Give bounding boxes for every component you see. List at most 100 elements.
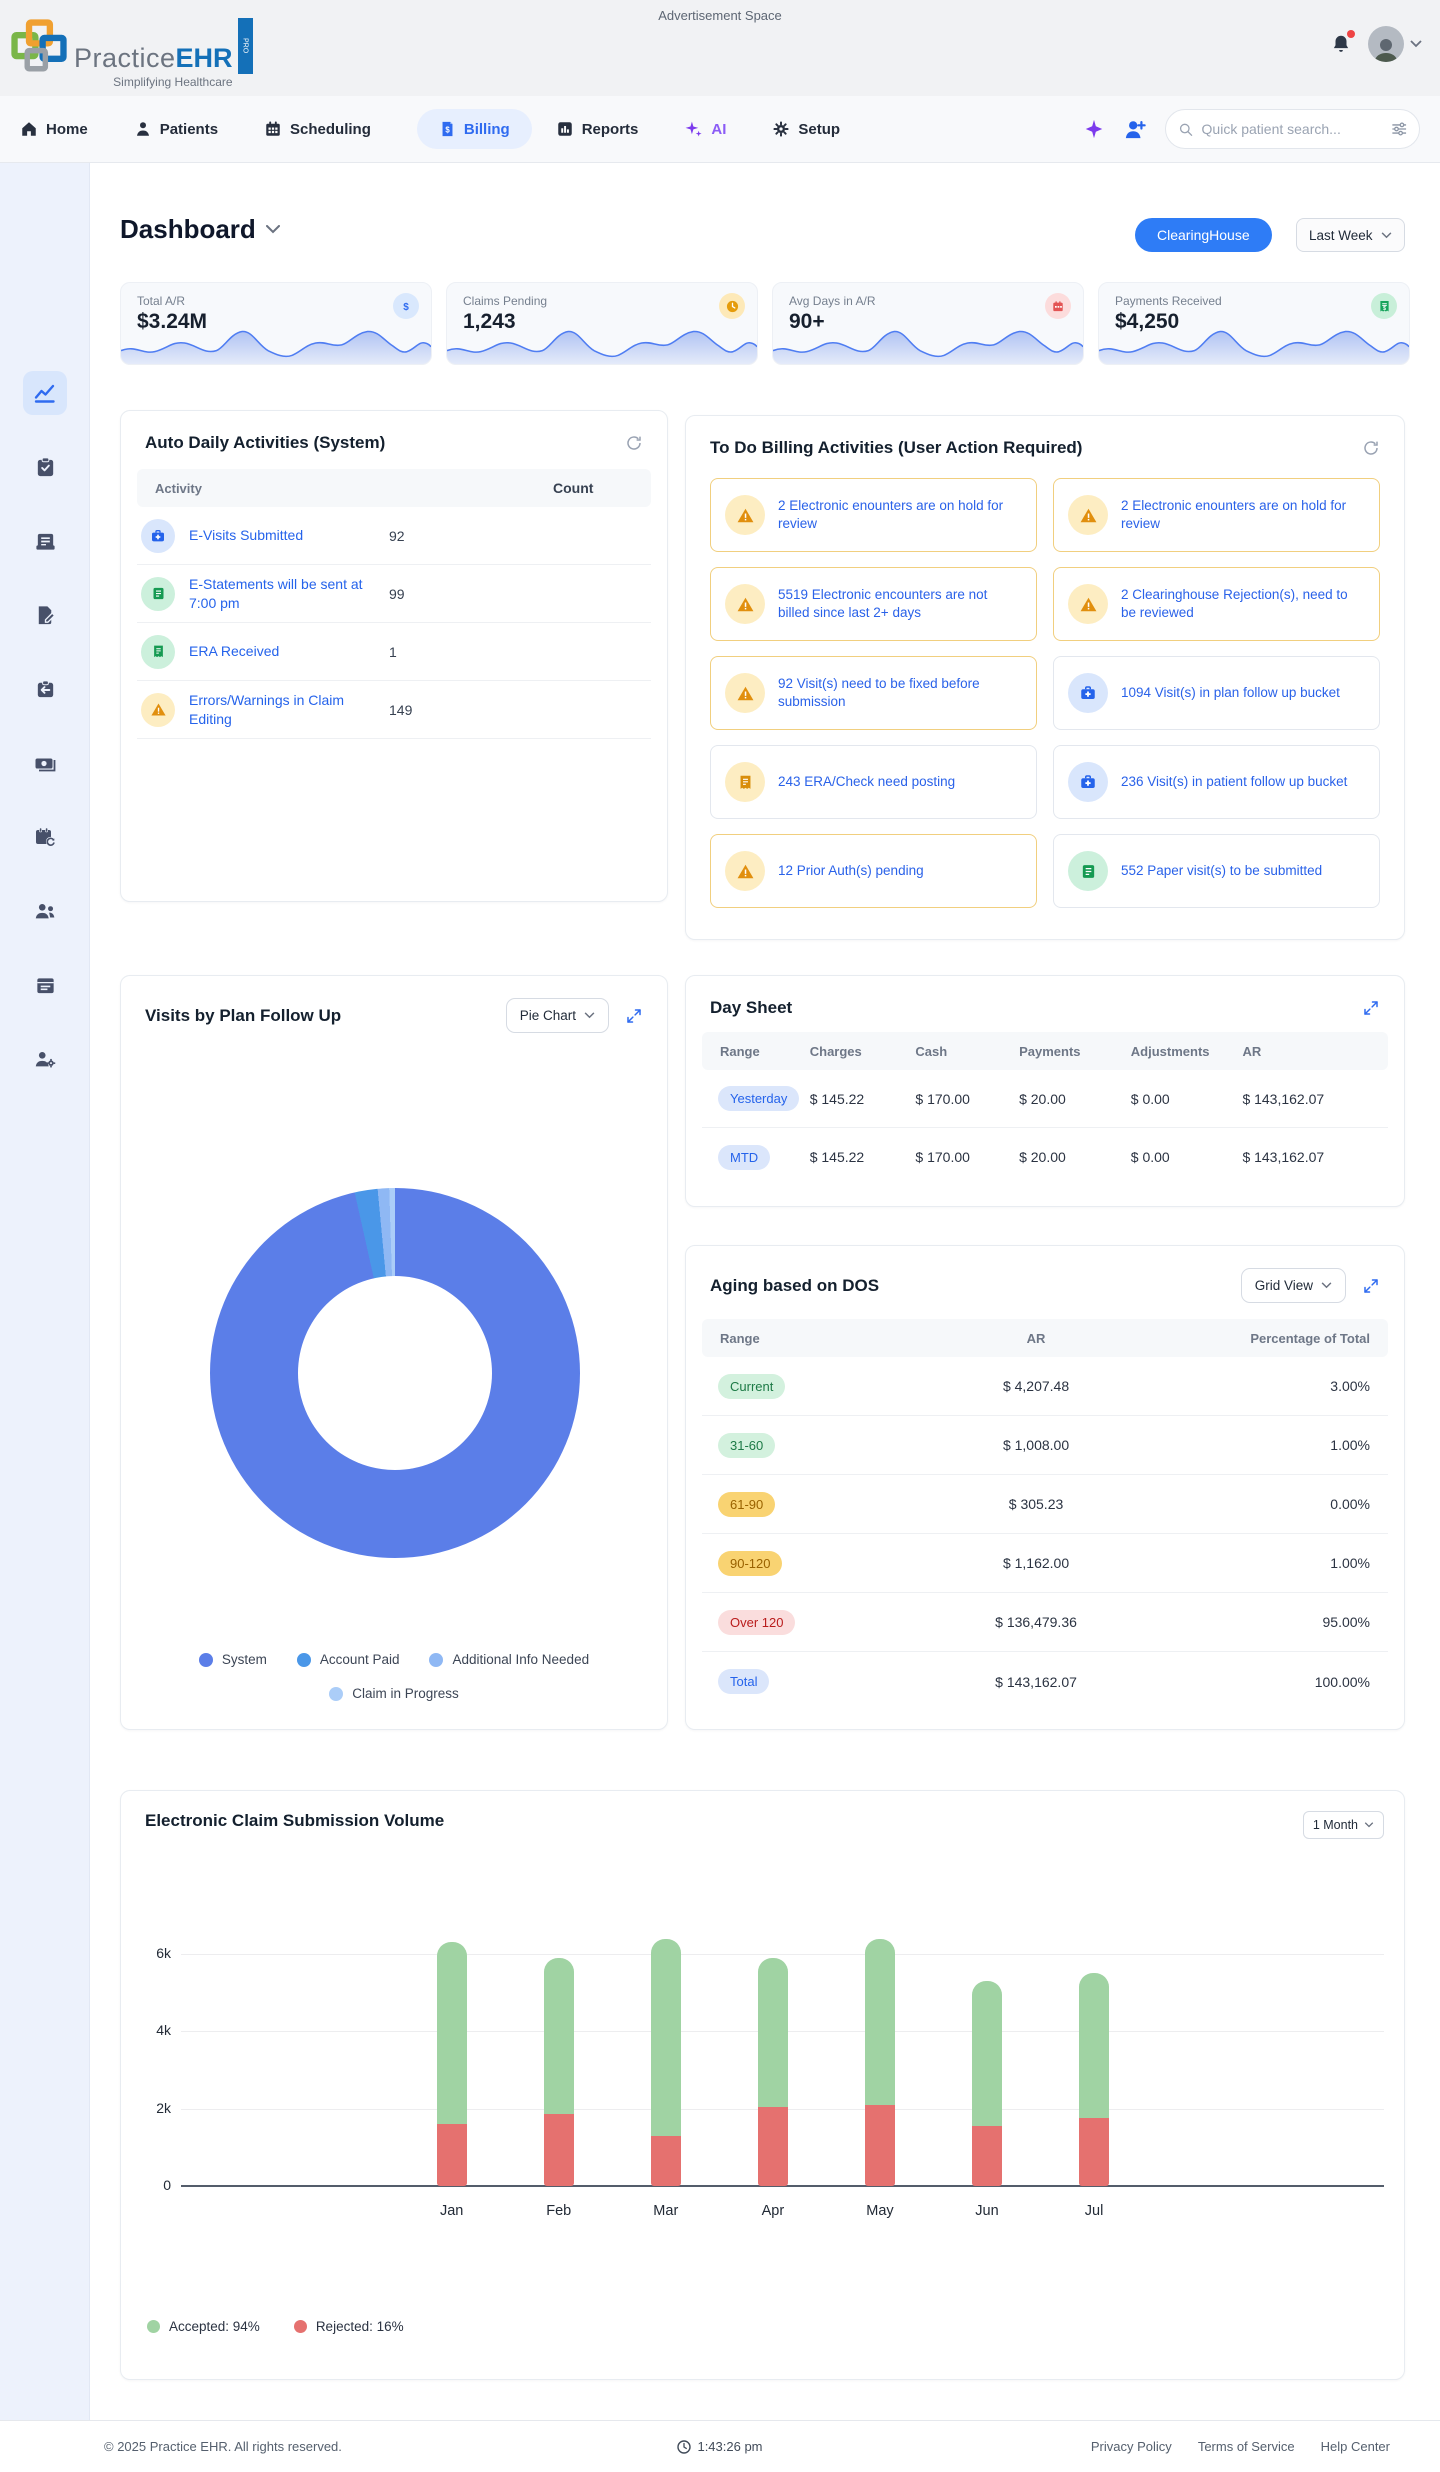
nav-item-billing[interactable]: $ Billing xyxy=(416,109,532,149)
activity-link[interactable]: E-Visits Submitted xyxy=(189,526,389,544)
sidebar-item-dashboard[interactable] xyxy=(23,371,67,415)
receipt-icon xyxy=(725,762,765,802)
title-chevron-icon[interactable] xyxy=(265,225,280,234)
nav-item-home[interactable]: Home xyxy=(20,120,88,138)
stat-label: Total A/R xyxy=(137,294,186,308)
activity-row[interactable]: ERA Received 1 xyxy=(137,623,651,681)
footer-link-terms[interactable]: Terms of Service xyxy=(1198,2439,1295,2454)
legend-item-additional-info[interactable]: Additional Info Needed xyxy=(429,1652,589,1667)
activity-row[interactable]: E-Visits Submitted 92 xyxy=(137,507,651,565)
todo-link[interactable]: 236 Visit(s) in patient follow up bucket xyxy=(1121,773,1347,791)
warning-icon xyxy=(725,584,765,624)
activity-row[interactable]: Errors/Warnings in Claim Editing 149 xyxy=(137,681,651,739)
y-tick: 6k xyxy=(156,1945,171,1961)
stat-card-claims-pending[interactable]: Claims Pending 1,243 xyxy=(446,282,758,365)
sidebar-item-claim-editing[interactable] xyxy=(23,593,67,637)
aging-dos-card: Aging based on DOS Grid View Range AR Pe… xyxy=(685,1245,1405,1730)
sidebar-item-recurring[interactable] xyxy=(23,815,67,859)
card-title: Aging based on DOS xyxy=(710,1275,880,1295)
expand-icon[interactable] xyxy=(1362,1277,1380,1295)
activity-row[interactable]: E-Statements will be sent at 7:00 pm 99 xyxy=(137,565,651,623)
calendar-icon xyxy=(266,121,280,136)
expand-icon[interactable] xyxy=(625,1007,643,1025)
todo-tile[interactable]: 552 Paper visit(s) to be submitted xyxy=(1053,834,1380,908)
todo-tile[interactable]: 2 Electronic enounters are on hold for r… xyxy=(1053,478,1380,552)
refresh-icon[interactable] xyxy=(1362,439,1380,457)
todo-grid: 2 Electronic enounters are on hold for r… xyxy=(710,478,1380,908)
todo-tile[interactable]: 243 ERA/Check need posting xyxy=(710,745,1037,819)
table-row: Total $ 143,162.07 100.00% xyxy=(702,1652,1388,1711)
chevron-down-icon xyxy=(1364,1822,1374,1828)
footer-link-privacy[interactable]: Privacy Policy xyxy=(1091,2439,1172,2454)
todo-link[interactable]: 12 Prior Auth(s) pending xyxy=(778,862,924,880)
activity-link[interactable]: E-Statements will be sent at 7:00 pm xyxy=(189,575,389,611)
nav-item-reports[interactable]: Reports xyxy=(556,120,638,138)
nav-item-patients[interactable]: Patients xyxy=(134,120,218,138)
calendar-refresh-icon xyxy=(36,827,56,847)
sidebar-item-payments[interactable] xyxy=(23,741,67,785)
stat-card-total-ar[interactable]: Total A/R $3.24M $ xyxy=(120,282,432,365)
todo-link[interactable]: 552 Paper visit(s) to be submitted xyxy=(1121,862,1322,880)
brand-logo[interactable]: Practice EHR PRO Simplifying Healthcare xyxy=(10,18,253,89)
stat-card-payments-received[interactable]: Payments Received $4,250 $ xyxy=(1098,282,1410,365)
legend-item-claim-in-progress[interactable]: Claim in Progress xyxy=(329,1686,459,1701)
range-badge[interactable]: Yesterday xyxy=(718,1086,800,1111)
todo-tile[interactable]: 236 Visit(s) in patient follow up bucket xyxy=(1053,745,1380,819)
logo-pro-tab: PRO xyxy=(237,18,253,74)
todo-tile[interactable]: 5519 Electronic encounters are not bille… xyxy=(710,567,1037,641)
range-badge[interactable]: MTD xyxy=(718,1144,771,1170)
logo-crosses-icon xyxy=(10,18,68,81)
todo-link[interactable]: 2 Electronic enounters are on hold for r… xyxy=(778,497,1022,533)
sidebar-item-schedule[interactable] xyxy=(23,963,67,1007)
clock-icon xyxy=(719,293,745,319)
x-axis-label: Jan xyxy=(439,2203,464,2219)
chart-type-select[interactable]: Pie Chart xyxy=(505,998,609,1033)
stat-cards-row: Total A/R $3.24M $ Claims Pending 1,243 xyxy=(120,282,1410,365)
refresh-icon[interactable] xyxy=(625,434,643,452)
footer-link-help[interactable]: Help Center xyxy=(1321,2439,1390,2454)
todo-link[interactable]: 5519 Electronic encounters are not bille… xyxy=(778,586,1022,622)
expand-icon[interactable] xyxy=(1362,999,1380,1017)
stat-card-avg-days-ar[interactable]: Avg Days in A/R 90+ xyxy=(772,282,1084,365)
sidebar-item-patients[interactable] xyxy=(23,889,67,933)
todo-link[interactable]: 2 Electronic enounters are on hold for r… xyxy=(1121,497,1365,533)
sidebar-item-charge-capture[interactable] xyxy=(23,667,67,711)
notifications-bell-icon[interactable] xyxy=(1330,30,1355,56)
page: Advertisement Space Practice EHR PRO Sim… xyxy=(0,0,1440,2472)
sidebar-item-tasks[interactable] xyxy=(23,445,67,489)
user-avatar[interactable] xyxy=(1368,26,1404,62)
activity-link[interactable]: ERA Received xyxy=(189,642,389,660)
legend-item-system[interactable]: System xyxy=(198,1652,267,1667)
todo-tile[interactable]: 92 Visit(s) need to be fixed before subm… xyxy=(710,656,1037,730)
add-patient-icon[interactable] xyxy=(1123,118,1147,140)
search-input[interactable] xyxy=(1201,121,1383,137)
notification-dot xyxy=(1347,30,1355,38)
filter-sliders-icon[interactable] xyxy=(1391,121,1407,137)
view-select[interactable]: Grid View xyxy=(1240,1268,1346,1303)
sidebar-item-user-settings[interactable] xyxy=(23,1037,67,1081)
todo-link[interactable]: 92 Visit(s) need to be fixed before subm… xyxy=(778,675,1022,711)
activity-count: 92 xyxy=(389,527,405,544)
period-select[interactable]: 1 Month xyxy=(1302,1811,1384,1839)
todo-link[interactable]: 243 ERA/Check need posting xyxy=(778,773,955,791)
todo-link[interactable]: 2 Clearinghouse Rejection(s), need to be… xyxy=(1121,586,1365,622)
sidebar-item-statements[interactable] xyxy=(23,519,67,563)
todo-link[interactable]: 1094 Visit(s) in plan follow up bucket xyxy=(1121,684,1340,702)
ai-sparkle-icon[interactable] xyxy=(1083,118,1105,140)
nav-item-setup[interactable]: Setup xyxy=(772,120,840,138)
todo-tile[interactable]: 1094 Visit(s) in plan follow up bucket xyxy=(1053,656,1380,730)
todo-tile[interactable]: 12 Prior Auth(s) pending xyxy=(710,834,1037,908)
todo-tile[interactable]: 2 Clearinghouse Rejection(s), need to be… xyxy=(1053,567,1380,641)
claim-volume-card: Electronic Claim Submission Volume 1 Mon… xyxy=(120,1790,1405,2380)
visits-donut[interactable] xyxy=(210,1188,580,1558)
nav-item-scheduling[interactable]: Scheduling xyxy=(264,120,371,138)
nav-item-ai[interactable]: AI xyxy=(684,120,726,139)
todo-tile[interactable]: 2 Electronic enounters are on hold for r… xyxy=(710,478,1037,552)
clearinghouse-button[interactable]: ClearingHouse xyxy=(1135,218,1272,252)
legend-item-account-paid[interactable]: Account Paid xyxy=(296,1652,399,1667)
user-menu[interactable] xyxy=(1368,26,1422,62)
activity-count: 99 xyxy=(389,585,405,602)
date-range-button[interactable]: Last Week xyxy=(1296,218,1405,252)
activity-link[interactable]: Errors/Warnings in Claim Editing xyxy=(189,691,389,727)
table-row: Over 120 $ 136,479.36 95.00% xyxy=(702,1593,1388,1652)
